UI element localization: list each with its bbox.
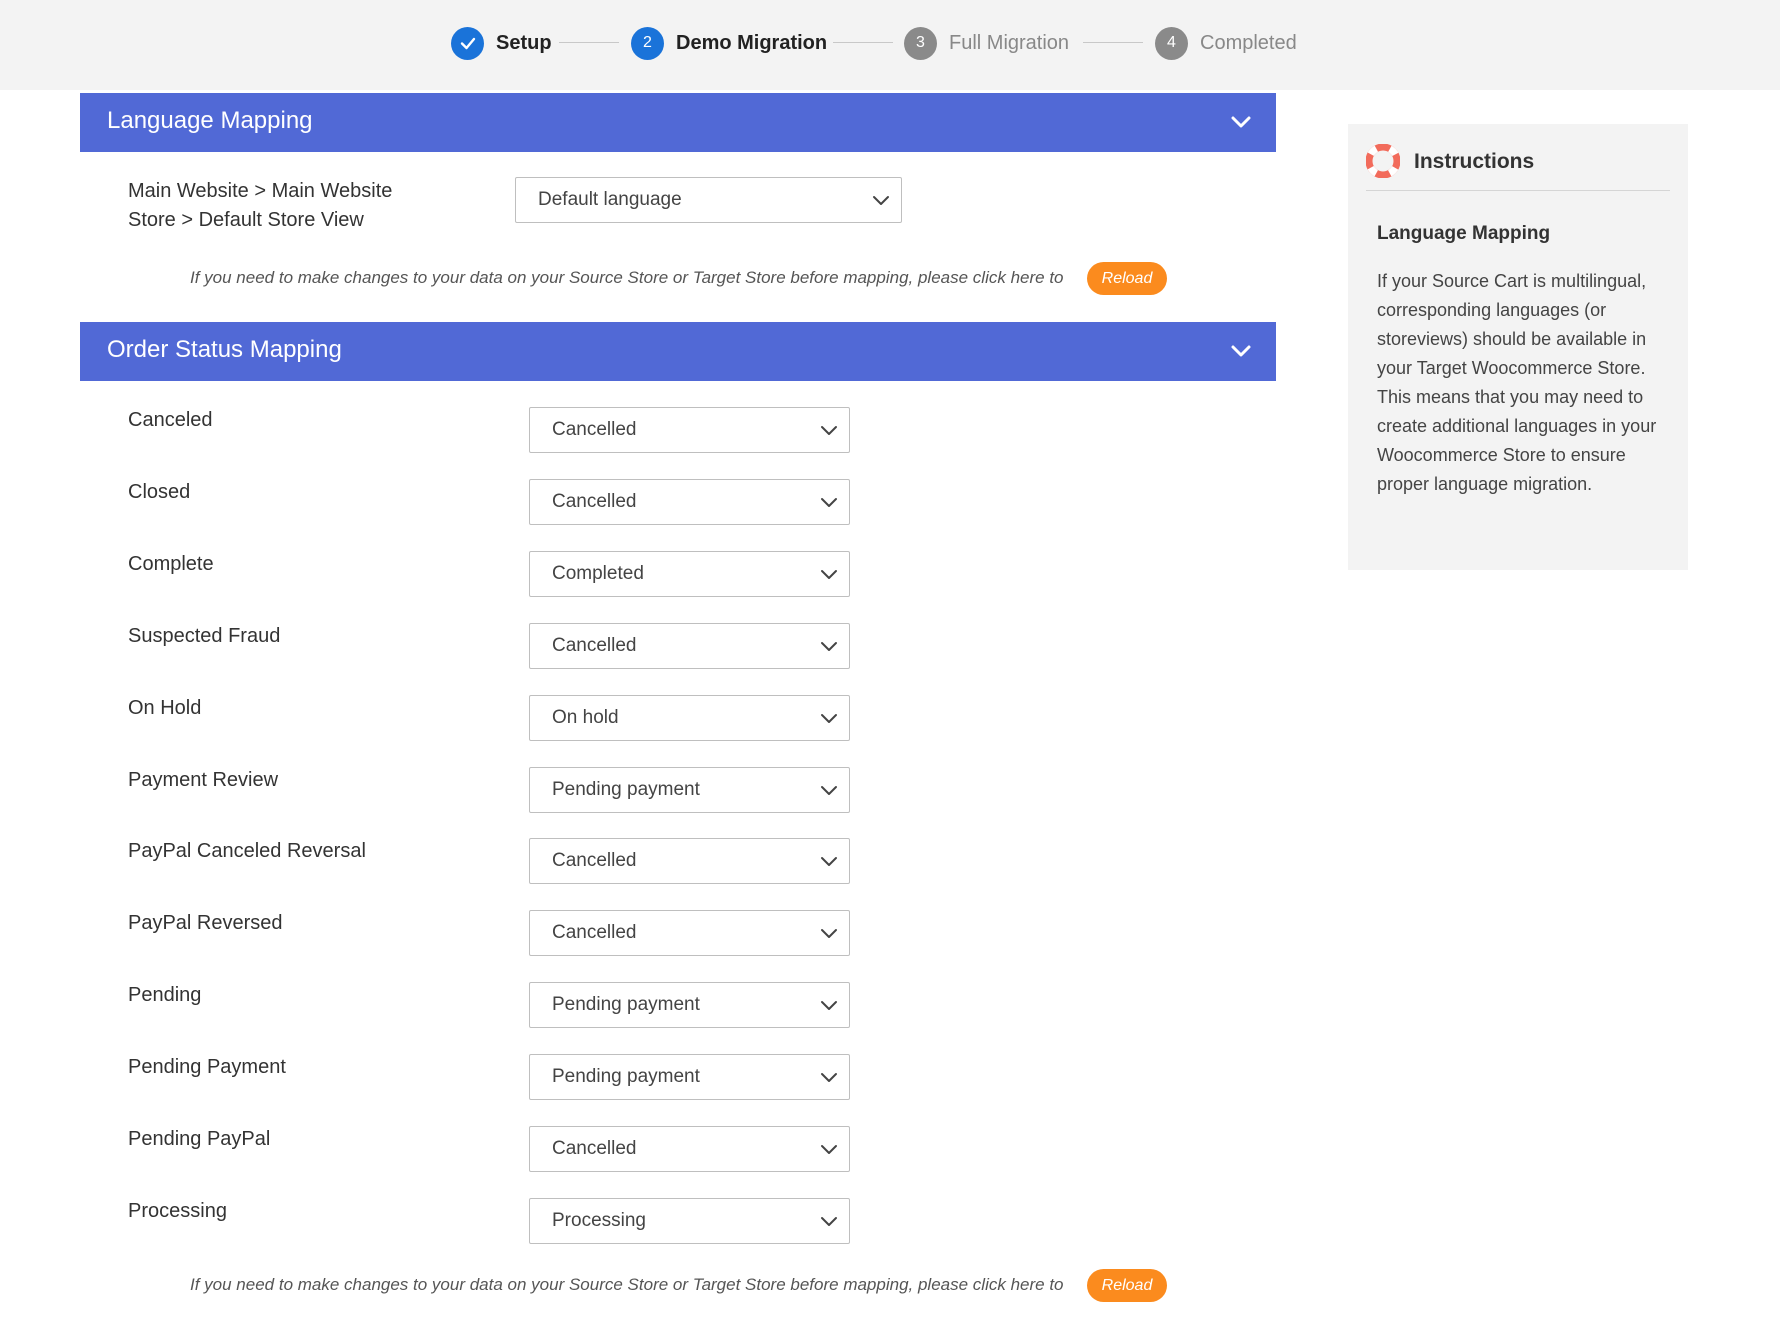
chevron-down-icon [821,786,837,795]
order-status-label: Processing [128,1200,227,1222]
order-status-select[interactable]: On hold [529,695,850,741]
order-status-select[interactable]: Cancelled [529,910,850,956]
step-number: 4 [1155,26,1188,60]
select-value: Cancelled [552,635,637,656]
order-status-select[interactable]: Pending payment [529,982,850,1028]
instructions-panel: Instructions Language Mapping If your So… [1348,124,1688,570]
reload-notice: If you need to make changes to your data… [190,268,1064,287]
chevron-down-icon [821,498,837,507]
order-status-label: Payment Review [128,769,279,791]
panel-title: Instructions [1414,150,1535,173]
chevron-down-icon [821,714,837,723]
section-title: Order Status Mapping [107,336,342,363]
lifebuoy-icon [1366,144,1400,178]
select-value: Default language [538,189,682,210]
step-number: 3 [904,26,937,60]
order-status-label: Pending [128,984,202,1006]
panel-body-text: If your Source Cart is multilingual, cor… [1377,271,1657,494]
step-connector [833,42,893,43]
chevron-down-icon [821,1217,837,1226]
order-status-select[interactable]: Processing [529,1198,850,1244]
step-label: Completed [1200,31,1297,54]
reload-button[interactable]: Reload [1087,262,1167,295]
order-status-label: Suspected Fraud [128,625,281,647]
order-status-select[interactable]: Completed [529,551,850,597]
chevron-down-icon [821,642,837,651]
order-status-label: PayPal Reversed [128,912,283,934]
step-connector [559,42,619,43]
chevron-down-icon [821,1001,837,1010]
select-value: Cancelled [552,491,637,512]
store-view-label-line: Main Website > Main Website [128,180,393,202]
select-value: Cancelled [552,1138,637,1159]
chevron-down-icon [821,570,837,579]
step-full-migration: 3 Full Migration [904,25,1069,61]
chevron-down-icon [821,857,837,866]
select-value: Pending payment [552,1066,700,1087]
select-value: Processing [552,1210,646,1231]
select-value: Pending payment [552,994,700,1015]
progress-stepper: Setup 2 Demo Migration 3 Full Migration … [0,0,1780,90]
store-view-label: Main Website > Main Website Store > Defa… [128,177,392,235]
reload-button[interactable]: Reload [1087,1269,1167,1302]
store-view-label-line: Store > Default Store View [128,209,364,231]
order-status-label: Complete [128,553,214,575]
step-label: Setup [496,31,552,54]
chevron-down-icon[interactable] [1230,111,1252,133]
order-status-select[interactable]: Cancelled [529,479,850,525]
language-select[interactable]: Default language [515,177,902,223]
step-demo-migration: 2 Demo Migration [631,25,827,61]
step-setup: Setup [451,25,552,61]
select-value: On hold [552,707,619,728]
select-value: Cancelled [552,850,637,871]
chevron-down-icon [821,929,837,938]
select-value: Cancelled [552,922,637,943]
chevron-down-icon [821,1073,837,1082]
order-status-label: Pending Payment [128,1056,286,1078]
chevron-down-icon[interactable] [1230,340,1252,362]
order-status-label: Pending PayPal [128,1128,271,1150]
order-status-label: Closed [128,481,191,503]
chevron-down-icon [821,426,837,435]
order-status-select[interactable]: Cancelled [529,838,850,884]
section-title: Language Mapping [107,107,313,134]
order-status-select[interactable]: Pending payment [529,1054,850,1100]
step-label: Full Migration [949,31,1070,54]
reload-notice: If you need to make changes to your data… [190,1275,1064,1294]
order-status-label: Canceled [128,409,213,431]
step-connector [1083,42,1143,43]
divider [1366,190,1670,191]
order-status-select[interactable]: Cancelled [529,1126,850,1172]
select-value: Completed [552,563,644,584]
order-status-select[interactable]: Cancelled [529,623,850,669]
panel-subtitle: Language Mapping [1377,223,1551,244]
order-status-label: On Hold [128,697,202,719]
select-value: Cancelled [552,419,637,440]
check-icon [451,26,484,60]
select-value: Pending payment [552,779,700,800]
step-completed: 4 Completed [1155,25,1297,61]
order-status-label: PayPal Canceled Reversal [128,840,366,862]
chevron-down-icon [821,1145,837,1154]
chevron-down-icon [873,196,889,205]
order-status-select[interactable]: Pending payment [529,767,850,813]
order-status-mapping-header[interactable]: Order Status Mapping [80,322,1276,381]
order-status-select[interactable]: Cancelled [529,407,850,453]
step-label: Demo Migration [676,31,828,54]
language-mapping-header[interactable]: Language Mapping [80,93,1276,152]
step-number: 2 [631,26,664,60]
